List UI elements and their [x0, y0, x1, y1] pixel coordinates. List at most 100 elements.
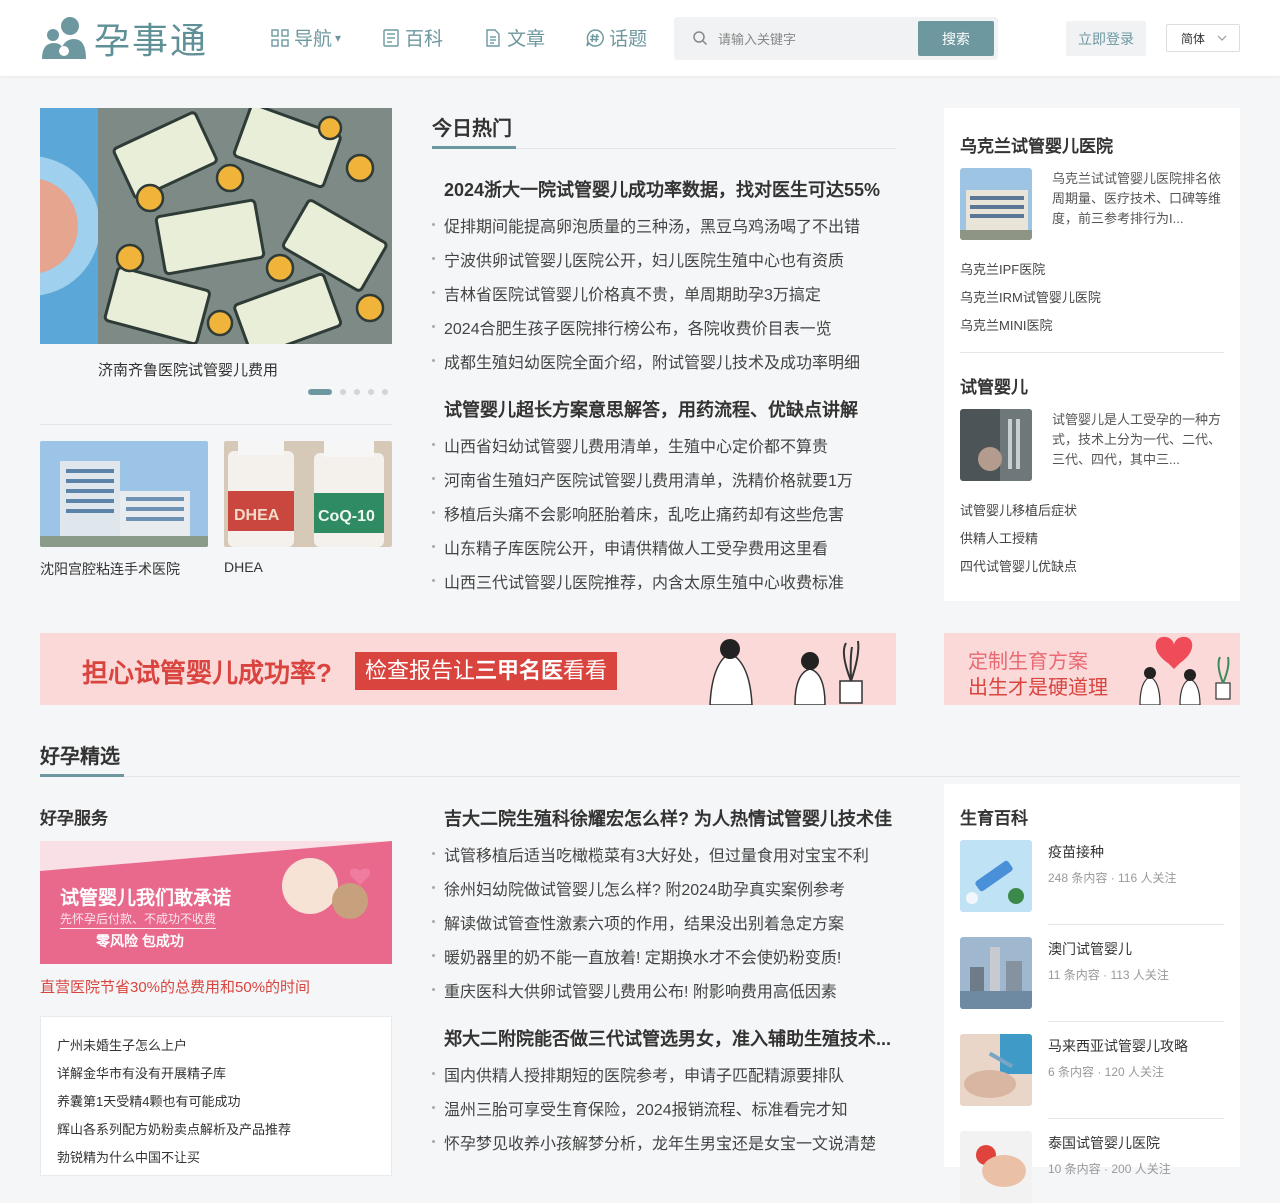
bullet-icon [432, 1140, 435, 1143]
divider [40, 776, 1240, 777]
supplement-bottles-image: DHEA CoQ-10 [224, 441, 392, 547]
featured-news-item[interactable]: 徐州妇幼院做试管婴儿怎么样? 附2024助孕真实案例参考 [444, 876, 896, 900]
grid-icon [271, 28, 289, 47]
card-image[interactable] [960, 409, 1032, 481]
bullet-icon [432, 325, 435, 328]
nav-navigation[interactable]: 导航 ▾ [270, 24, 341, 51]
featured-news-item[interactable]: 试管移植后适当吃橄榄菜有3大好处，但过量食用对宝宝不利 [444, 842, 896, 866]
banner-callout: 检查报告让三甲名医看看 [355, 652, 618, 690]
hot-news-item[interactable]: 促排期间能提高卵泡质量的三种汤，黑豆乌鸡汤喝了不出错 [444, 213, 896, 237]
carousel-dot[interactable] [340, 389, 346, 395]
hot-news-item[interactable]: 移植后头痛不会影响胚胎着床，乱吃止痛药却有这些危害 [444, 501, 896, 525]
card-link[interactable]: 试管婴儿移植后症状 [960, 500, 1077, 519]
card-description[interactable]: 试管婴儿是人工受孕的一种方式，技术上分为一代、二代、三代、四代，其中三... [1052, 410, 1224, 470]
featured-headline[interactable]: 吉大二院生殖科徐耀宏怎么样? 为人热情试管婴儿技术佳 [444, 805, 896, 831]
bullet-icon [432, 291, 435, 294]
hot-news-item[interactable]: 吉林省医院试管婴儿价格真不贵，单周期助孕3万搞定 [444, 281, 896, 305]
plan-banner[interactable]: 定制生育方案 出生才是硬道理 [944, 633, 1240, 705]
nav-articles[interactable]: 文章 [483, 24, 545, 51]
featured-news-item[interactable]: 温州三胎可享受生育保险，2024报销流程、标准看完才知 [444, 1096, 896, 1120]
encyclopedia-image[interactable] [960, 937, 1032, 1009]
thumb-caption[interactable]: 沈阳宫腔粘连手术医院 [40, 559, 180, 579]
encyclopedia-item-title[interactable]: 泰国试管婴儿医院 [1048, 1133, 1160, 1153]
vaccine-image [960, 840, 1032, 912]
search-input[interactable] [718, 25, 888, 53]
service-promo-text[interactable]: 直营医院节省30%的总费用和50%的时间 [40, 976, 310, 997]
service-banner[interactable]: 试管婴儿我们敢承诺 先怀孕后付款、不成功不收费 零风险 包成功 [40, 841, 392, 964]
service-list: 广州未婚生子怎么上户 详解金华市有没有开展精子库 养囊第1天受精4颗也有可能成功… [40, 1016, 392, 1176]
encyclopedia-item-title[interactable]: 马来西亚试管婴儿攻略 [1048, 1036, 1188, 1056]
nav-topics[interactable]: 话题 [585, 24, 647, 51]
thumb-caption[interactable]: DHEA [224, 559, 263, 575]
carousel-caption[interactable]: 济南齐鲁医院试管婴儿费用 [98, 359, 278, 380]
hot-news-item[interactable]: 山西三代试管婴儿医院推荐，内含太原生殖中心收费标准 [444, 569, 896, 593]
hero-carousel[interactable] [40, 108, 392, 344]
bullet-icon [432, 886, 435, 889]
consult-banner[interactable]: 担心试管婴儿成功率? 检查报告让三甲名医看看 [40, 633, 896, 705]
carousel-dot[interactable] [382, 389, 388, 395]
carousel-dots [308, 389, 396, 395]
carousel-dot[interactable] [308, 389, 332, 395]
encyclopedia-title: 生育百科 [960, 809, 1028, 828]
thumb-dhea-image[interactable]: DHEA CoQ-10 [224, 441, 392, 547]
card-title[interactable]: 试管婴儿 [960, 373, 1028, 398]
language-value: 简体 [1181, 31, 1206, 46]
card-image[interactable] [960, 168, 1032, 240]
hospital-building-image [40, 441, 208, 547]
language-select[interactable]: 简体 [1166, 24, 1240, 52]
card-link[interactable]: 乌克兰IRM试管婴儿医院 [960, 287, 1101, 306]
hot-news-item[interactable]: 成都生殖妇幼医院全面介绍，附试管婴儿技术及成功率明细 [444, 349, 896, 373]
card-link[interactable]: 供精人工授精 [960, 528, 1038, 547]
nav-encyclopedia[interactable]: 百科 [381, 24, 443, 51]
featured-news-item[interactable]: 怀孕梦见收养小孩解梦分析，龙年生男宝还是女宝一文说清楚 [444, 1130, 896, 1154]
login-button[interactable]: 立即登录 [1066, 21, 1146, 56]
card-link[interactable]: 乌克兰IPF医院 [960, 259, 1045, 278]
list-item[interactable]: 辉山各系列配方奶粉卖点解析及产品推荐 [57, 1119, 291, 1138]
main-nav: 导航 ▾ 百科 文章 话题 [270, 24, 687, 51]
bullet-icon [432, 852, 435, 855]
site-logo[interactable]: 孕事通 [40, 14, 208, 62]
banner-line2: 出生才是硬道理 [968, 677, 1108, 699]
carousel-dot[interactable] [354, 389, 360, 395]
list-item[interactable]: 养囊第1天受精4颗也有可能成功 [57, 1091, 240, 1110]
list-item[interactable]: 广州未婚生子怎么上户 [57, 1035, 187, 1054]
bullet-icon [432, 477, 435, 480]
featured-news-item[interactable]: 解读做试管查性激素六项的作用，结果没出别着急定方案 [444, 910, 896, 934]
list-item[interactable]: 勃锐精为什么中国不让买 [57, 1147, 200, 1166]
search-button[interactable]: 搜索 [918, 21, 994, 56]
divider [1048, 1118, 1224, 1119]
encyclopedia-item-title[interactable]: 疫苗接种 [1048, 842, 1104, 862]
featured-news-item[interactable]: 暖奶器里的奶不能一直放着! 定期换水才不会使奶粉变质! [444, 944, 896, 968]
encyclopedia-image[interactable] [960, 840, 1032, 912]
featured-headline[interactable]: 郑大二附院能否做三代试管选男女，准入辅助生殖技术... [444, 1025, 896, 1051]
side-card: 乌克兰试管婴儿医院 乌克兰试试管婴儿医院排名依周期量、医疗技术、口碑等维度，前三… [944, 108, 1240, 601]
card-link[interactable]: 乌克兰MINI医院 [960, 315, 1052, 334]
card-description[interactable]: 乌克兰试试管婴儿医院排名依周期量、医疗技术、口碑等维度，前三参考排行为I... [1052, 169, 1224, 229]
featured-news-item[interactable]: 重庆医科大供卵试管婴儿费用公布! 附影响费用高低因素 [444, 978, 896, 1002]
featured-news-item[interactable]: 国内供精人授排期短的医院参考，申请子匹配精源要排队 [444, 1062, 896, 1086]
macau-city-image [960, 937, 1032, 1009]
hot-news-item[interactable]: 2024合肥生孩子医院排行榜公布，各院收费价目表一览 [444, 315, 896, 339]
encyclopedia-image[interactable] [960, 1131, 1032, 1203]
list-item[interactable]: 详解金华市有没有开展精子库 [57, 1063, 226, 1082]
nav-articles-label: 文章 [507, 29, 546, 50]
hot-news-item[interactable]: 河南省生殖妇产医院试管婴儿费用清单，洗精价格就要1万 [444, 467, 896, 491]
encyclopedia-image[interactable] [960, 1034, 1032, 1106]
hot-headline[interactable]: 试管婴儿超长方案意思解答，用药流程、优缺点讲解 [444, 396, 896, 422]
thumb-hospital-image[interactable] [40, 441, 208, 547]
hot-news-item[interactable]: 山西省妇幼试管婴儿费用清单，生殖中心定价都不算贵 [444, 433, 896, 457]
carousel-dot[interactable] [368, 389, 374, 395]
bullet-icon [432, 1072, 435, 1075]
banner-callout-part: 检查报告让 [365, 658, 476, 683]
hot-headline[interactable]: 2024浙大一院试管婴儿成功率数据，找对医生可达55% [444, 176, 896, 202]
hot-news-item[interactable]: 山东精子库医院公开，申请供精做人工受孕费用这里看 [444, 535, 896, 559]
banner-headline: 担心试管婴儿成功率? [82, 658, 332, 688]
hospital-photo [960, 168, 1032, 240]
card-title[interactable]: 乌克兰试管婴儿医院 [960, 132, 1113, 157]
encyclopedia-item-title[interactable]: 澳门试管婴儿 [1048, 939, 1132, 959]
logo-text: 孕事通 [94, 21, 209, 62]
thailand-hospital-image [960, 1131, 1032, 1203]
card-link[interactable]: 四代试管婴儿优缺点 [960, 556, 1077, 575]
bottle-label-coq10: CoQ-10 [318, 508, 375, 525]
hot-news-item[interactable]: 宁波供卵试管婴儿医院公开，妇儿医院生殖中心也有资质 [444, 247, 896, 271]
